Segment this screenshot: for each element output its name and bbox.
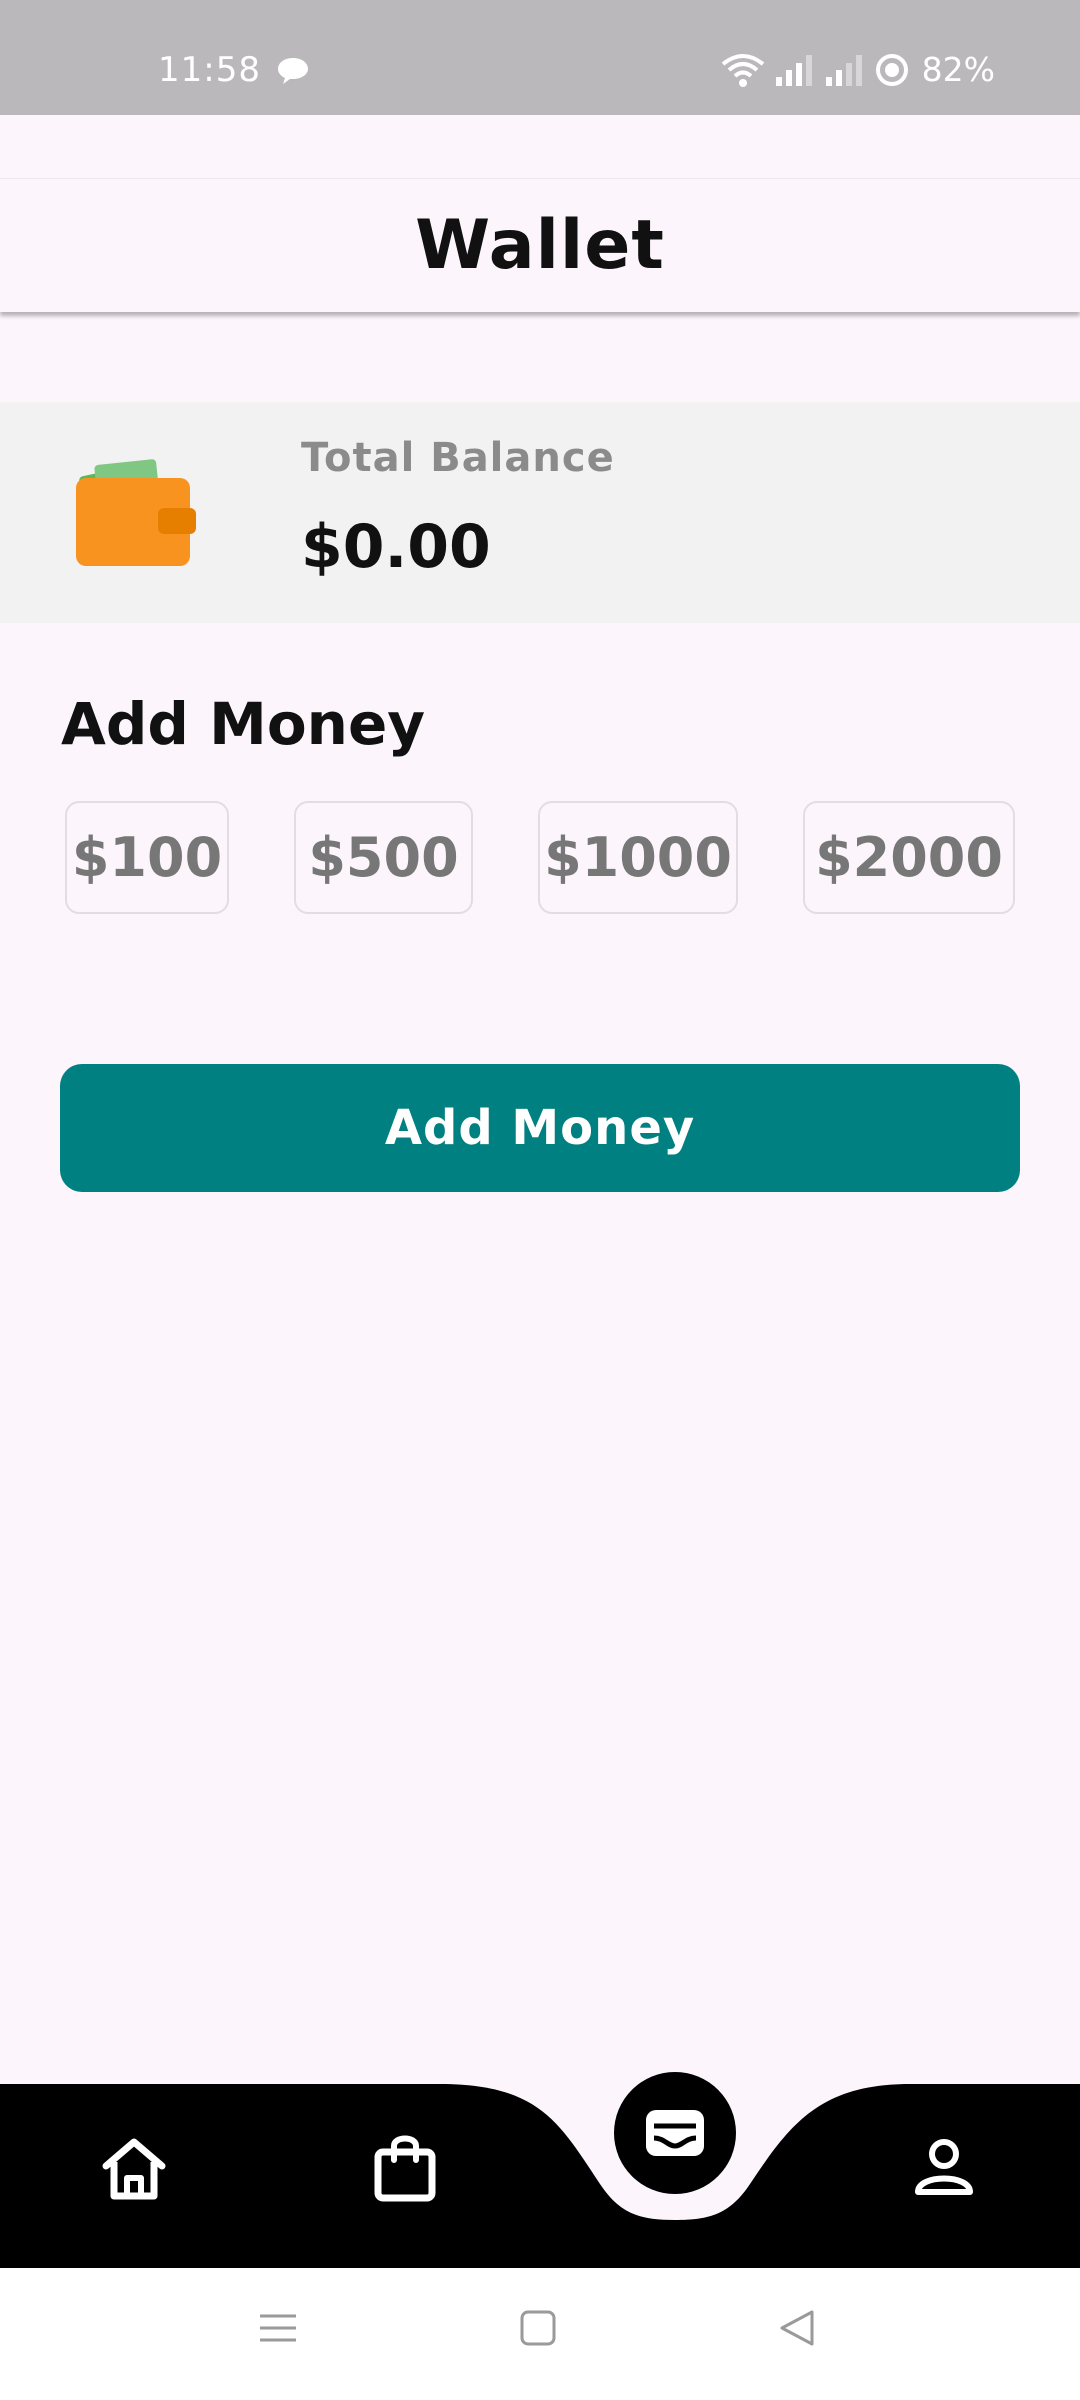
chat-bubble-icon xyxy=(278,58,308,84)
add-money-button[interactable]: Add Money xyxy=(60,1064,1020,1192)
home-icon[interactable] xyxy=(100,2134,168,2202)
system-nav-bar xyxy=(0,2268,1080,2400)
bottom-nav xyxy=(0,2072,1080,2268)
wallet-nav-button[interactable] xyxy=(614,2072,736,2194)
page-title: Wallet xyxy=(415,206,665,285)
amount-chip-500[interactable]: $500 xyxy=(294,801,473,914)
balance-label: Total Balance xyxy=(301,435,615,481)
back-triangle-icon[interactable] xyxy=(774,2306,818,2350)
status-bar: 11:58 82% xyxy=(0,0,1080,115)
shopping-bag-icon[interactable] xyxy=(372,2132,438,2202)
balance-value: $0.00 xyxy=(301,512,491,582)
home-square-icon[interactable] xyxy=(516,2306,560,2350)
signal-icon xyxy=(775,54,812,86)
add-money-title: Add Money xyxy=(61,690,426,758)
amount-chip-1000[interactable]: $1000 xyxy=(538,801,738,914)
status-indicators: 82% xyxy=(720,50,995,89)
status-time: 11:58 xyxy=(158,50,261,90)
battery-percent: 82% xyxy=(921,50,995,89)
amount-chip-100[interactable]: $100 xyxy=(65,801,229,914)
wifi-icon xyxy=(721,53,764,87)
signal-icon-2 xyxy=(825,54,862,86)
profile-icon[interactable] xyxy=(910,2134,978,2202)
wallet-card-icon xyxy=(646,2110,704,2156)
battery-ring-icon xyxy=(875,53,908,86)
wallet-screen: 11:58 82% Wallet Total Balance $0.00 Add… xyxy=(0,0,1080,2400)
wallet-icon xyxy=(76,459,196,566)
app-bar: Wallet xyxy=(0,178,1080,312)
recent-apps-icon[interactable] xyxy=(256,2306,300,2350)
amount-chip-2000[interactable]: $2000 xyxy=(803,801,1015,914)
